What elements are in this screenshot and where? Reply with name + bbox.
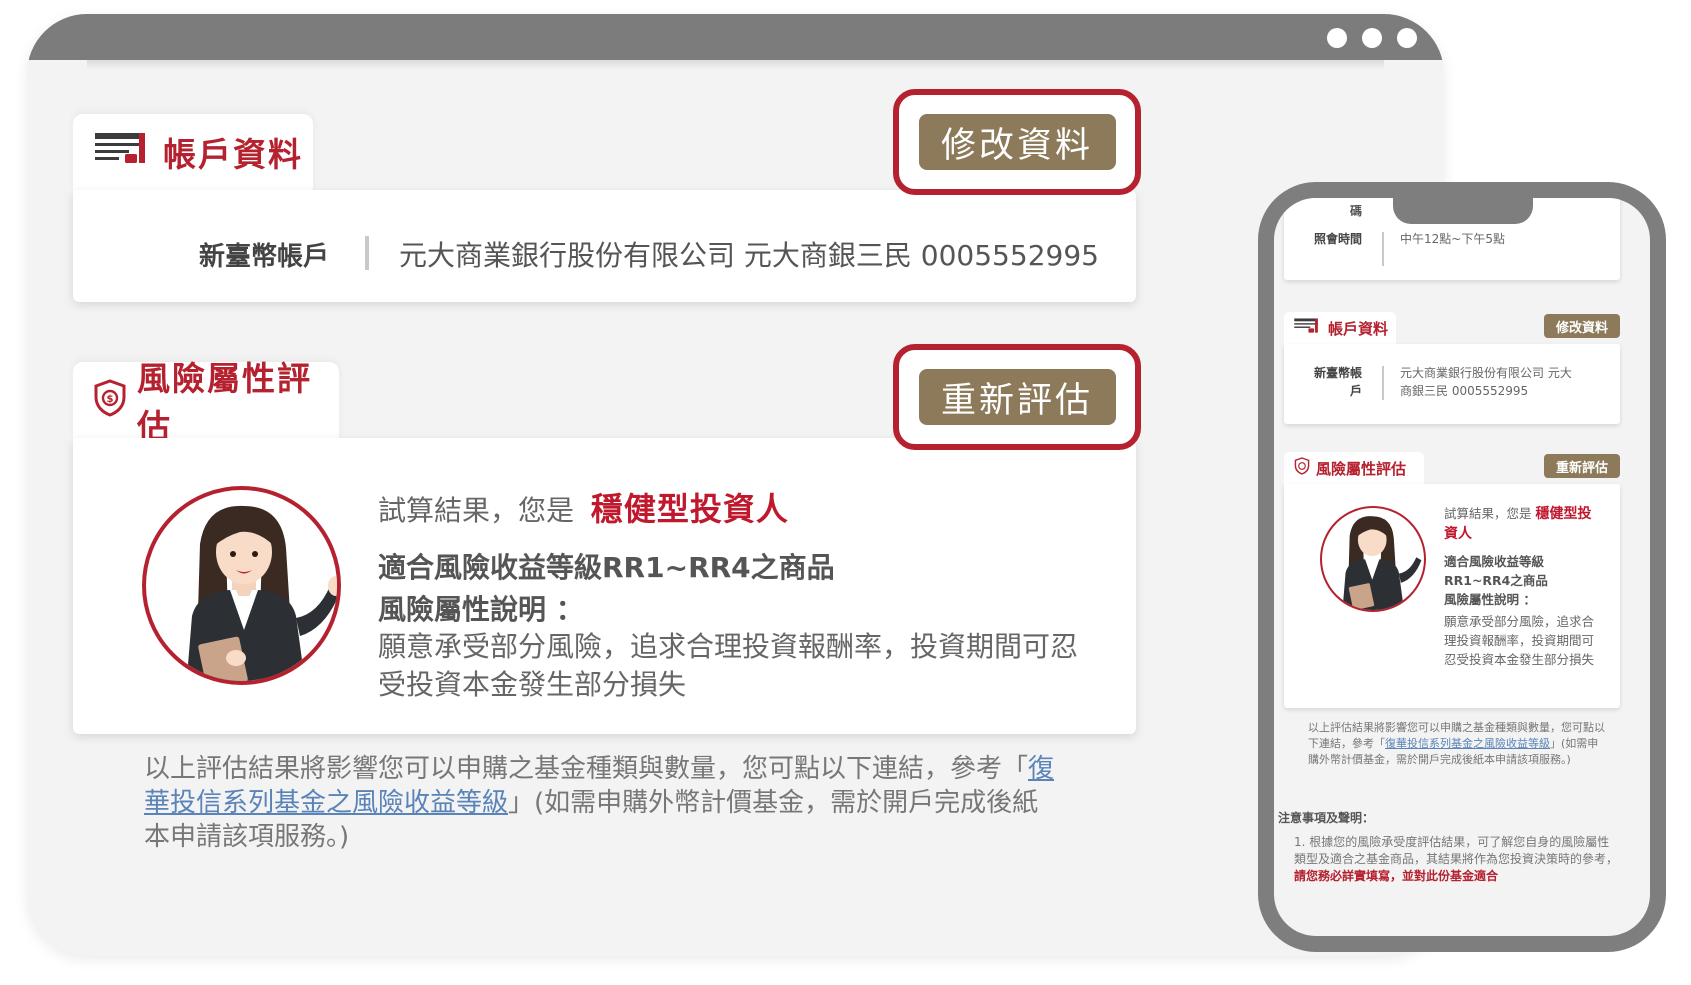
account-value: 元大商業銀行股份有限公司 元大商銀三民 0005552995	[399, 239, 1099, 272]
mobile-reassess-button[interactable]: 重新評估	[1544, 454, 1620, 478]
mobile-risk-tab: 風險屬性評估	[1284, 452, 1424, 484]
mobile-divider	[1382, 366, 1384, 400]
advisor-illustration	[1342, 516, 1422, 610]
mobile-desc-text: 願意承受部分風險，追求合理投資報酬率，投資期間可忍受投資本金發生部分損失	[1444, 614, 1595, 667]
mobile-account-card: 新臺幣帳戶 元大商業銀行股份有限公司 元大商銀三民 0005552995	[1284, 344, 1620, 424]
mobile-advisor-avatar	[1320, 506, 1426, 612]
mobile-risk-title: 風險屬性評估	[1316, 459, 1407, 478]
reassess-button-highlight: 重新評估	[893, 344, 1141, 450]
note-text-before: 以上評估結果將影響您可以申購之基金種類與數量，您可點以下連結，參考「	[144, 754, 1029, 784]
mobile-edit-button[interactable]: 修改資料	[1544, 314, 1620, 338]
risk-section-tab: $ 風險屬性評估	[73, 359, 339, 446]
reassess-button[interactable]: 重新評估	[918, 369, 1116, 425]
mobile-risk-card: 試算結果，您是 穩健型投資人 適合風險收益等級RR1~RR4之商品 風險屬性說明 …	[1284, 484, 1620, 708]
mobile-account-label: 新臺幣帳戶	[1314, 366, 1363, 398]
mobile-desc-label: 風險屬性說明 ：	[1444, 592, 1536, 607]
mobile-suitable-text: 適合風險收益等級RR1~RR4之商品	[1444, 554, 1548, 588]
mobile-risk-level-link[interactable]: 復華投信系列基金之風險收益等級	[1385, 737, 1550, 750]
bank-card-icon	[95, 132, 149, 172]
edit-button-highlight: 修改資料	[893, 89, 1141, 195]
advisor-illustration	[186, 505, 337, 681]
mobile-partial-label: 碼	[1349, 204, 1362, 218]
window-dot-icon	[1362, 28, 1382, 48]
mobile-result-prefix: 試算結果，您是	[1444, 506, 1532, 521]
mobile-notice-emphasis: 請您務必詳實填寫，並對此份基金適合	[1294, 869, 1499, 883]
phone-notch	[1393, 198, 1533, 224]
risk-card: 試算結果，您是 穩健型投資人 適合風險收益等級RR1~RR4之商品 風險屬性說明…	[73, 438, 1136, 734]
mobile-risk-result: 試算結果，您是 穩健型投資人	[1444, 504, 1594, 544]
account-section-title: 帳戶資料	[163, 135, 303, 174]
mobile-contact-time-label: 照會時間	[1314, 232, 1363, 246]
mobile-account-tab: 帳戶資料	[1284, 312, 1396, 344]
desktop-browser-window: 帳戶資料 新臺幣帳戶 元大商業銀行股份有限公司 元大商銀三民 000555299…	[27, 14, 1444, 956]
risk-profile-type: 穩健型投資人	[590, 490, 789, 528]
svg-text:$: $	[107, 394, 114, 405]
mobile-suitable-products: 適合風險收益等級RR1~RR4之商品	[1444, 552, 1594, 590]
shield-icon	[1294, 457, 1310, 479]
risk-description-text: 願意承受部分風險，追求合理投資報酬率，投資期間可忍受投資本金發生部分損失	[378, 630, 1079, 701]
mobile-notice-item: 1. 根據您的風險承受度評估結果，可了解您自身的風險屬性類型及適合之基金商品，其…	[1294, 834, 1620, 885]
risk-section-title: 風險屬性評估	[137, 359, 312, 446]
risk-result-prefix: 試算結果，您是	[378, 494, 575, 527]
mobile-divider	[1382, 232, 1384, 266]
account-type-label: 新臺幣帳戶	[199, 242, 330, 272]
shield-icon: $	[93, 379, 127, 421]
mobile-account-title: 帳戶資料	[1328, 319, 1389, 338]
mobile-notice-text: 1. 根據您的風險承受度評估結果，可了解您自身的風險屬性類型及適合之基金商品，其…	[1294, 835, 1619, 866]
bank-card-icon	[1294, 317, 1320, 339]
suitable-products: 適合風險收益等級RR1~RR4之商品	[378, 551, 835, 584]
mobile-phone-frame: 碼 照會時間 中午12點~下午5點 帳戶資料 修改資料 新臺幣帳戶 元大商業銀行…	[1258, 182, 1666, 952]
account-card: 新臺幣帳戶 元大商業銀行股份有限公司 元大商銀三民 0005552995	[73, 190, 1136, 302]
window-dot-icon	[1327, 28, 1347, 48]
mobile-account-value: 元大商業銀行股份有限公司 元大商銀三民 0005552995	[1400, 366, 1572, 398]
account-section-tab: 帳戶資料	[73, 114, 313, 190]
mobile-risk-note: 以上評估結果將影響您可以申購之基金種類與數量，您可點以下連結，參考「復華投信系列…	[1308, 720, 1608, 768]
risk-result: 試算結果，您是 穩健型投資人	[378, 484, 789, 530]
window-dot-icon	[1397, 28, 1417, 48]
advisor-avatar	[142, 486, 341, 685]
mobile-desc-label-wrap: 風險屬性說明 ：	[1444, 590, 1594, 609]
risk-description-label: 風險屬性說明 ：	[378, 593, 584, 626]
risk-note: 以上評估結果將影響您可以申購之基金種類與數量，您可點以下連結，參考「復華投信系列…	[144, 752, 1064, 854]
browser-title-bar	[27, 14, 1444, 70]
mobile-notice-title: 注意事項及聲明：	[1278, 811, 1375, 825]
edit-data-button[interactable]: 修改資料	[918, 114, 1116, 170]
stage: 帳戶資料 新臺幣帳戶 元大商業銀行股份有限公司 元大商銀三民 000555299…	[0, 0, 1691, 985]
mobile-contact-time-value: 中午12點~下午5點	[1400, 232, 1505, 246]
account-divider	[365, 236, 369, 270]
